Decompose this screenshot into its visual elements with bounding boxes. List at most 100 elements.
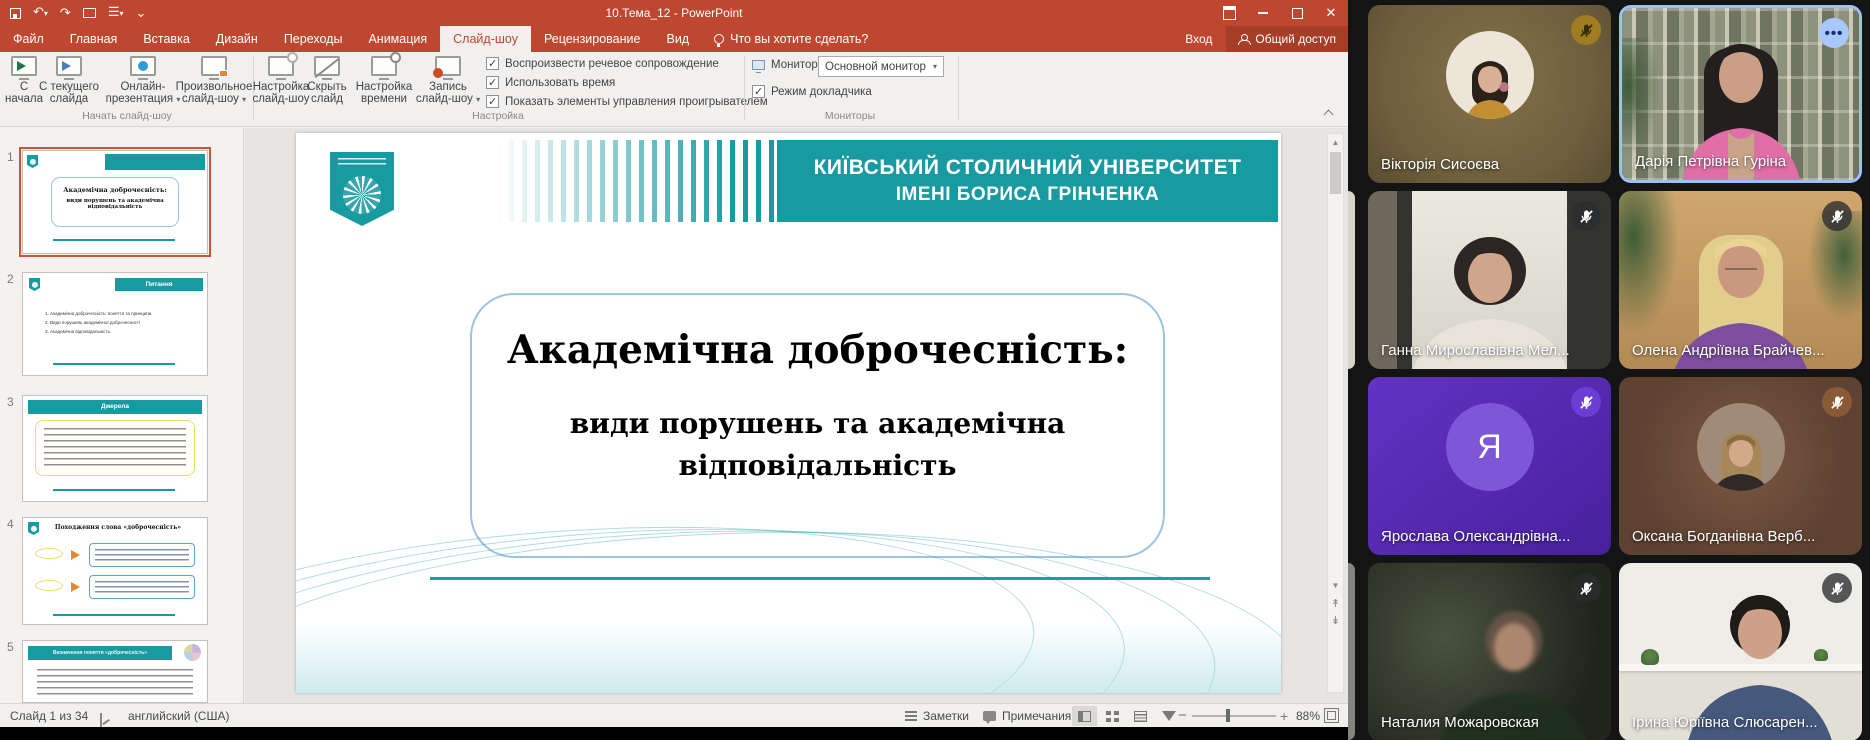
zoom-percentage[interactable]: 88%	[1296, 704, 1320, 728]
tab-slideshow[interactable]: Слайд-шоу	[440, 26, 531, 52]
slide-subtitle: види порушень та академічна відповідальн…	[472, 403, 1163, 487]
checkbox-checked-icon	[486, 76, 499, 89]
scroll-up-icon[interactable]: ▲	[1328, 135, 1343, 150]
record-slideshow-button[interactable]: Записьслайд-шоу ▾	[414, 56, 482, 106]
scroll-down-icon[interactable]: ▼	[1328, 578, 1343, 593]
record-slideshow-icon	[435, 56, 461, 76]
mic-muted-icon[interactable]	[1571, 201, 1601, 231]
fit-slide-to-window-button[interactable]	[1324, 708, 1339, 723]
ribbon: Сначала С текущегослайда Онлайн-презента…	[0, 52, 1348, 127]
tell-me-box[interactable]: Что вы хотите сделать?	[702, 26, 880, 52]
decorative-icon	[184, 644, 201, 661]
participant-name: Ганна Мирославівна Мел...	[1381, 342, 1570, 359]
avatar-letter: Я	[1477, 428, 1502, 467]
participant-tile[interactable]: ••• Дарія Петрівна Гуріна	[1619, 5, 1862, 183]
cutoff-tile-sliver	[1348, 191, 1355, 369]
rehearse-timings-button[interactable]: Настройкавремени	[352, 56, 416, 105]
more-options-icon[interactable]: •••	[1819, 18, 1849, 48]
reading-view-button[interactable]	[1128, 706, 1153, 726]
rehearse-timings-icon	[371, 56, 397, 76]
collapse-ribbon-icon[interactable]	[1324, 108, 1334, 118]
tab-animations[interactable]: Анимация	[355, 26, 440, 52]
tab-file[interactable]: Файл	[0, 26, 57, 52]
avatar	[1446, 31, 1534, 119]
sign-in-link[interactable]: Вход	[1171, 32, 1226, 46]
tab-view[interactable]: Вид	[653, 26, 702, 52]
cutoff-tile-sliver	[1348, 563, 1355, 740]
close-button[interactable]: ✕	[1314, 0, 1348, 26]
thumbnail-number: 1	[7, 150, 21, 164]
university-logo	[330, 152, 394, 226]
slideshow-current-icon	[56, 56, 82, 76]
custom-slideshow-button[interactable]: Произвольноеслайд-шоу ▾	[168, 56, 260, 106]
current-slide[interactable]: КИЇВСЬКИЙ СТОЛИЧНИЙ УНІВЕРСИТЕТ ІМЕНІ БО…	[296, 133, 1281, 693]
tab-transitions[interactable]: Переходы	[271, 26, 356, 52]
minimize-button[interactable]	[1246, 0, 1280, 26]
participant-tile[interactable]: Я Ярослава Олександрівна...	[1368, 377, 1611, 555]
thumbnail-slide-1[interactable]: Академічна доброчесність: види порушень …	[22, 150, 208, 254]
tab-home[interactable]: Главная	[57, 26, 131, 52]
title-bar: ↶▾ ↷ ☰▾ ⌄ 10.Тема_12 - PowerPoint ✕	[0, 0, 1348, 26]
thumbnail-slide-4[interactable]: Походження слова «доброчесність»	[22, 517, 208, 625]
thumbnail-slide-3[interactable]: Джерела	[22, 395, 208, 502]
mic-muted-icon[interactable]	[1822, 201, 1852, 231]
participant-tile[interactable]: Ірина Юріївна Слюсарен...	[1619, 563, 1862, 740]
tell-me-label: Что вы хотите сделать?	[730, 32, 868, 46]
slide-canvas: КИЇВСЬКИЙ СТОЛИЧНИЙ УНІВЕРСИТЕТ ІМЕНІ БО…	[245, 128, 1348, 703]
language-indicator[interactable]: английский (США)	[128, 704, 229, 728]
participant-name: Наталия Можаровская	[1381, 714, 1539, 731]
checkbox-presenter-view[interactable]: Режим докладчика	[752, 85, 872, 98]
participant-tile[interactable]: Оксана Богданівна Верб...	[1619, 377, 1862, 555]
checkbox-show-media-controls[interactable]: Показать элементы управления проигрывате…	[486, 95, 768, 108]
mic-muted-icon[interactable]	[1571, 15, 1601, 45]
ribbon-tab-row: Файл Главная Вставка Дизайн Переходы Ани…	[0, 26, 1348, 52]
comments-toggle[interactable]: Примечания	[983, 704, 1071, 728]
zoom-slider-thumb[interactable]	[1226, 709, 1230, 722]
slideshow-play-icon	[11, 56, 37, 76]
restore-button[interactable]	[1280, 0, 1314, 26]
thumbnail-slide-5[interactable]: Визначення поняття «доброчесність»	[22, 640, 208, 703]
notes-page-icon[interactable]	[100, 704, 102, 728]
tab-review[interactable]: Рецензирование	[531, 26, 654, 52]
group-label-start-slideshow: Начать слайд-шоу	[62, 110, 192, 122]
checkbox-play-narrations[interactable]: Воспроизвести речевое сопровождение	[486, 57, 719, 70]
mic-muted-icon[interactable]	[1822, 573, 1852, 603]
present-online-icon	[130, 56, 156, 76]
scrollbar-thumb[interactable]	[1330, 152, 1341, 194]
monitor-dropdown[interactable]: Основной монитор ▾	[818, 56, 944, 77]
thumbnail-number: 2	[7, 272, 21, 286]
tab-design[interactable]: Дизайн	[203, 26, 271, 52]
zoom-in-button[interactable]: +	[1280, 704, 1288, 728]
previous-slide-button[interactable]: ↟	[1328, 596, 1343, 612]
participant-name: Ярослава Олександрівна...	[1381, 528, 1570, 545]
participant-tile[interactable]: Олена Андріївна Брайчев...	[1619, 191, 1862, 369]
thumbnail-slide-2[interactable]: Питання 1. Академічна доброчесність: пон…	[22, 272, 208, 376]
mic-muted-icon[interactable]	[1571, 387, 1601, 417]
hide-slide-button[interactable]: Скрытьслайд	[304, 56, 350, 105]
university-header: КИЇВСЬКИЙ СТОЛИЧНИЙ УНІВЕРСИТЕТ ІМЕНІ БО…	[777, 140, 1278, 222]
setup-slideshow-icon	[268, 56, 294, 76]
notes-toggle[interactable]: Заметки	[905, 704, 969, 728]
next-slide-button[interactable]: ↡	[1328, 613, 1343, 629]
participant-tile[interactable]: Вікторія Сисоєва	[1368, 5, 1611, 183]
zoom-slider-track[interactable]	[1192, 715, 1276, 717]
participant-name: Дарія Петрівна Гуріна	[1635, 153, 1786, 170]
participant-tile[interactable]: Наталия Можаровская	[1368, 563, 1611, 740]
zoom-out-button[interactable]: −	[1178, 704, 1187, 728]
thumbnail-number: 4	[7, 517, 21, 531]
checkbox-checked-icon	[752, 85, 765, 98]
participant-tile[interactable]: Ганна Мирославівна Мел...	[1368, 191, 1611, 369]
slide-sorter-view-button[interactable]	[1100, 706, 1125, 726]
custom-slideshow-icon	[201, 56, 227, 76]
share-button[interactable]: Общий доступ	[1226, 26, 1348, 52]
thumbnail-number: 5	[7, 640, 21, 654]
mic-muted-icon[interactable]	[1571, 573, 1601, 603]
slide-title-box: Академічна доброчесність: види порушень …	[470, 293, 1165, 558]
checkbox-use-timings[interactable]: Использовать время	[486, 76, 615, 89]
tab-insert[interactable]: Вставка	[130, 26, 202, 52]
mic-muted-icon[interactable]	[1822, 387, 1852, 417]
vertical-scrollbar[interactable]: ▲ ▼ ↟ ↡	[1327, 133, 1344, 693]
ribbon-display-options-button[interactable]	[1212, 0, 1246, 26]
normal-view-button[interactable]	[1072, 706, 1097, 726]
from-current-slide-button[interactable]: С текущегослайда	[36, 56, 102, 105]
